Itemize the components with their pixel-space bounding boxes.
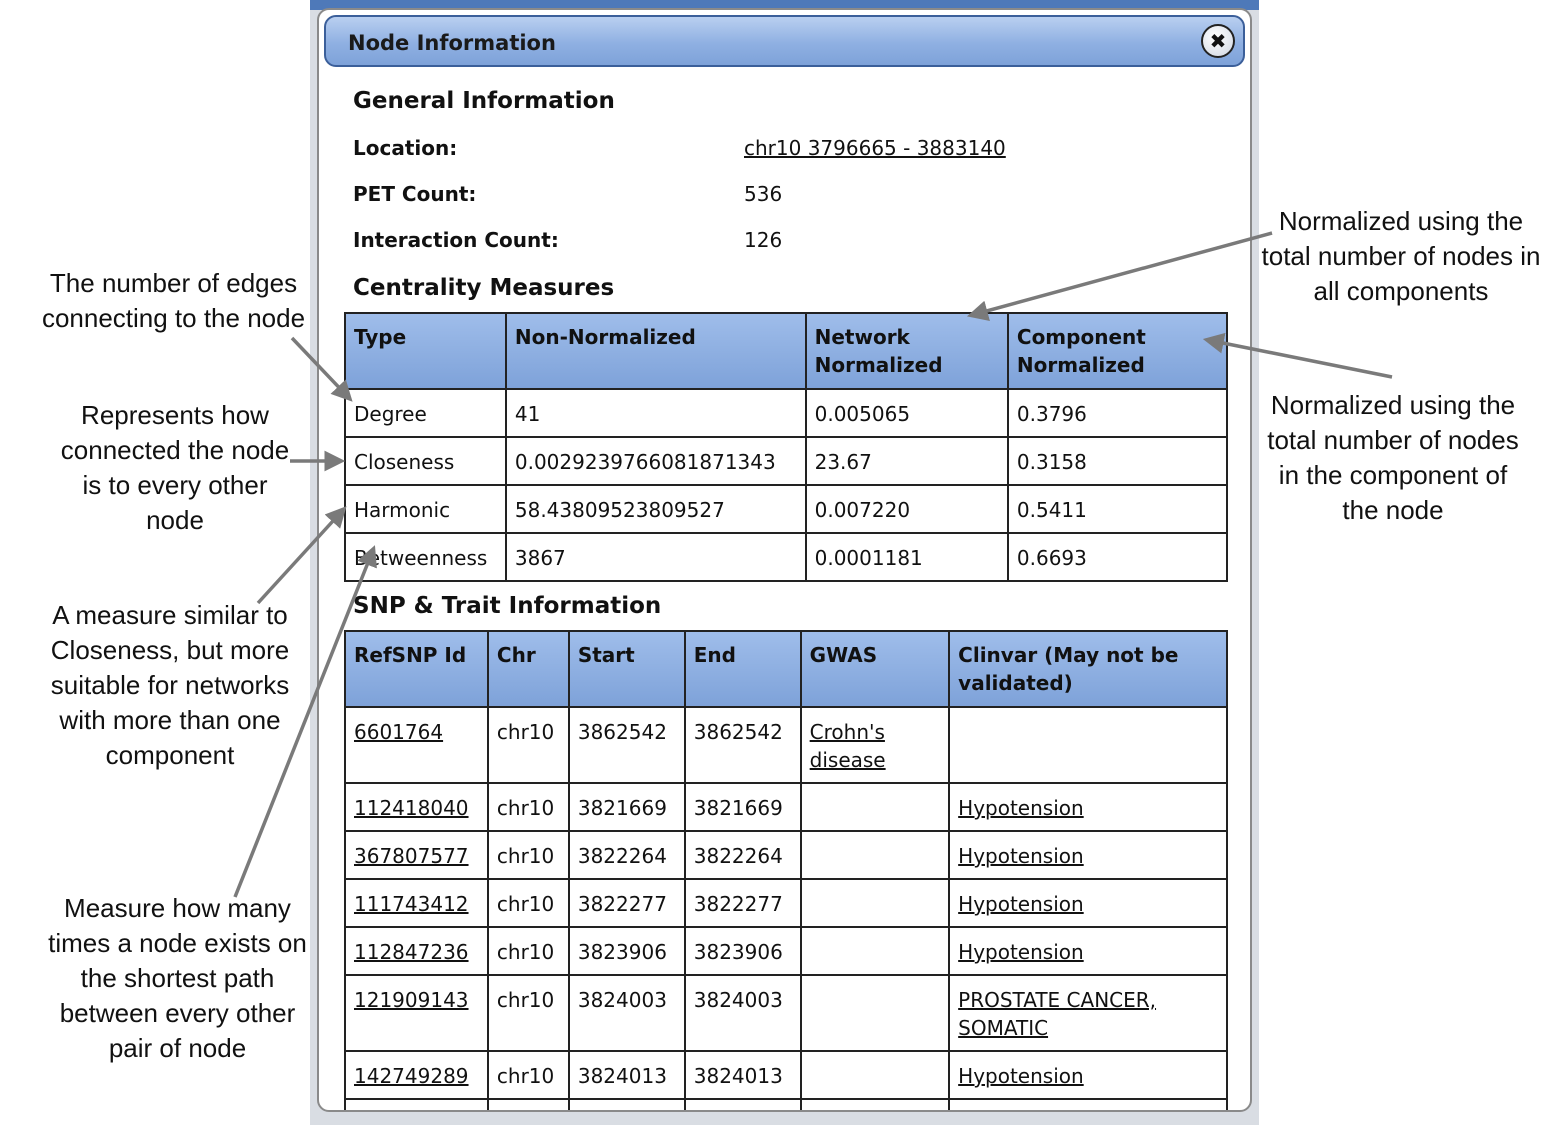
arrow-betweenness <box>233 545 377 898</box>
arrow-degree <box>290 336 353 402</box>
arrow-network-normalized <box>966 231 1273 321</box>
arrow-harmonic <box>256 506 347 605</box>
annotation-arrows <box>233 231 1393 898</box>
arrow-component-normalized <box>1202 332 1393 379</box>
